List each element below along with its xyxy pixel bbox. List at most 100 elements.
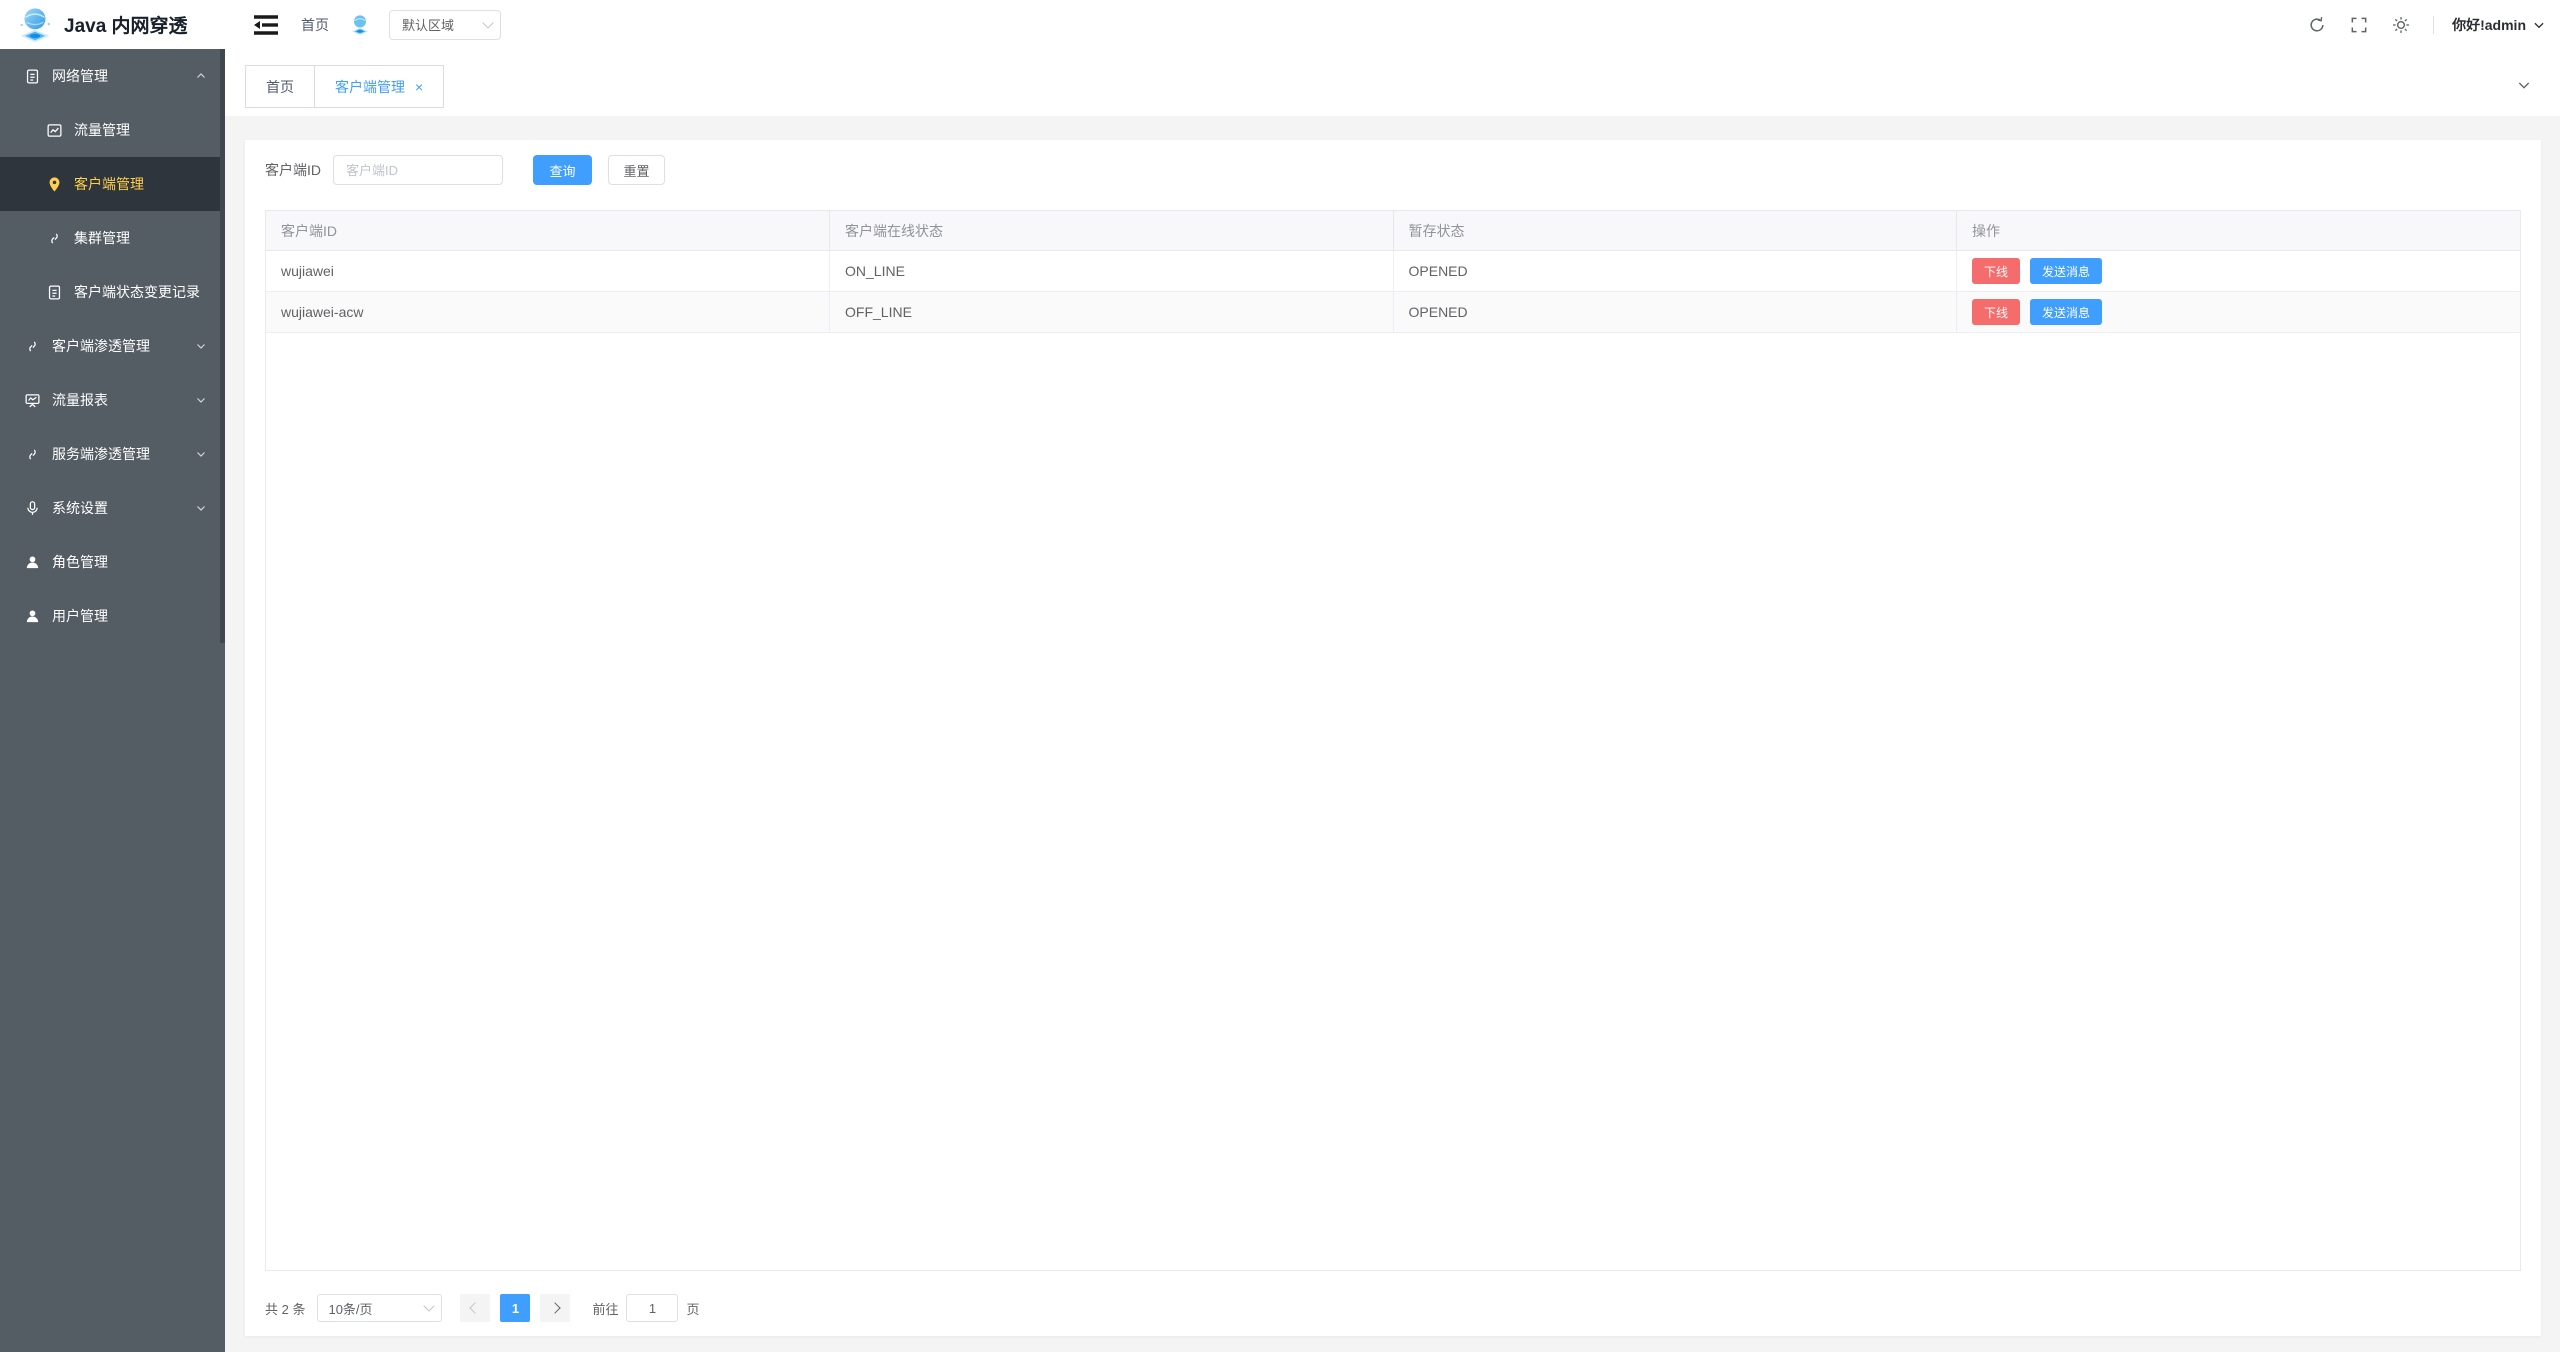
table-header-row: 客户端ID客户端在线状态暂存状态操作 [266, 211, 2520, 251]
column-header: 暂存状态 [1393, 211, 1957, 251]
link-icon [46, 230, 63, 247]
next-page-button[interactable] [540, 1294, 570, 1322]
app-title: Java 内网穿透 [64, 11, 188, 38]
chevron-down-icon [424, 1300, 435, 1311]
sidebar-item-label: 用户管理 [52, 606, 108, 626]
sidebar-item[interactable]: 用户管理 [0, 589, 225, 643]
tab[interactable]: 首页 [245, 65, 315, 108]
sidebar-item[interactable]: 流量报表 [0, 373, 225, 427]
sidebar-item[interactable]: 客户端管理 [0, 157, 225, 211]
document-icon [24, 68, 41, 85]
pin-icon [46, 176, 63, 193]
document-icon [46, 284, 63, 301]
chevron-down-icon [195, 502, 207, 514]
query-button[interactable]: 查询 [533, 155, 592, 185]
reset-button[interactable]: 重置 [608, 155, 665, 185]
divider [2433, 16, 2434, 34]
refresh-icon[interactable] [2307, 15, 2327, 35]
sidebar-item[interactable]: 网络管理 [0, 49, 225, 103]
chevron-right-icon [550, 1302, 561, 1313]
page-size-value: 10条/页 [328, 1299, 425, 1318]
table-row: wujiaweiON_LINEOPENED下线发送消息 [266, 251, 2520, 292]
clients-table: 客户端ID客户端在线状态暂存状态操作 wujiaweiON_LINEOPENED… [265, 210, 2521, 1271]
sidebar-item[interactable]: 客户端状态变更记录 [0, 265, 225, 319]
prev-page-button[interactable] [460, 1294, 490, 1322]
breadcrumb[interactable]: 首页 [301, 15, 329, 35]
table-cell-actions: 下线发送消息 [1957, 251, 2521, 292]
offline-button[interactable]: 下线 [1972, 258, 2020, 284]
region-select-value: 默认区域 [402, 15, 484, 34]
table-cell-actions: 下线发送消息 [1957, 292, 2521, 333]
page-size-select[interactable]: 10条/页 [317, 1294, 442, 1322]
sidebar-scrollbar[interactable] [220, 49, 225, 643]
send-message-button[interactable]: 发送消息 [2030, 258, 2102, 284]
close-icon[interactable]: × [415, 79, 423, 95]
sidebar-item-label: 流量管理 [74, 120, 130, 140]
sidebar-item-label: 客户端管理 [74, 174, 144, 194]
top-bar: Java 内网穿透 首页 默认区域 [0, 0, 2560, 49]
content-card: 客户端ID 查询 重置 客户端ID客户端在线状态暂存状态操作 wujiaweiO… [245, 140, 2541, 1336]
board-icon [24, 392, 41, 409]
tab-label: 客户端管理 [335, 77, 405, 97]
link-icon [24, 338, 41, 355]
goto-page-input[interactable] [626, 1294, 678, 1322]
sidebar-item[interactable]: 服务端渗透管理 [0, 427, 225, 481]
search-label: 客户端ID [265, 160, 321, 180]
menu-fold-icon[interactable] [251, 10, 281, 40]
chevron-down-icon [482, 17, 493, 28]
pagination-total: 共 2 条 [265, 1299, 305, 1318]
theme-gear-icon[interactable] [2391, 15, 2411, 35]
chevron-down-icon [195, 394, 207, 406]
app-logo-area: Java 内网穿透 [0, 0, 225, 49]
table-cell-client-id: wujiawei [266, 251, 830, 292]
ufo-logo-icon [349, 14, 371, 36]
sidebar-item[interactable]: 集群管理 [0, 211, 225, 265]
user-menu[interactable]: 你好!admin [2452, 15, 2546, 35]
column-header: 操作 [1957, 211, 2521, 251]
table-row: wujiawei-acwOFF_LINEOPENED下线发送消息 [266, 292, 2520, 333]
tab[interactable]: 客户端管理 × [314, 65, 444, 108]
sidebar-item-label: 集群管理 [74, 228, 130, 248]
column-header: 客户端在线状态 [830, 211, 1394, 251]
chevron-left-icon [470, 1302, 481, 1313]
sidebar-item-label: 服务端渗透管理 [52, 444, 150, 464]
sidebar: 网络管理流量管理客户端管理集群管理客户端状态变更记录客户端渗透管理流量报表服务端… [0, 49, 225, 1352]
table-cell-store-status: OPENED [1393, 292, 1957, 333]
table-cell-online-status: ON_LINE [830, 251, 1394, 292]
chevron-down-icon [2516, 77, 2532, 93]
offline-button[interactable]: 下线 [1972, 299, 2020, 325]
ufo-logo-icon [16, 6, 54, 44]
chevron-down-icon [195, 448, 207, 460]
mic-icon [24, 500, 41, 517]
send-message-button[interactable]: 发送消息 [2030, 299, 2102, 325]
sidebar-item[interactable]: 流量管理 [0, 103, 225, 157]
user-icon [24, 554, 41, 571]
sidebar-item-label: 客户端渗透管理 [52, 336, 150, 356]
page-number-button[interactable]: 1 [500, 1294, 530, 1322]
fullscreen-icon[interactable] [2349, 15, 2369, 35]
chevron-down-icon [2532, 18, 2546, 32]
sidebar-item-label: 客户端状态变更记录 [74, 282, 200, 302]
page-unit-label: 页 [686, 1299, 699, 1318]
chevron-down-icon [195, 340, 207, 352]
sidebar-item-label: 网络管理 [52, 66, 108, 86]
tab-label: 首页 [266, 77, 294, 97]
client-id-input[interactable] [333, 155, 503, 185]
table-cell-online-status: OFF_LINE [830, 292, 1394, 333]
region-select[interactable]: 默认区域 [389, 10, 501, 40]
table-cell-client-id: wujiawei-acw [266, 292, 830, 333]
column-header: 客户端ID [266, 211, 830, 251]
tab-actions-button[interactable] [2516, 77, 2532, 93]
sidebar-item[interactable]: 客户端渗透管理 [0, 319, 225, 373]
sidebar-item[interactable]: 系统设置 [0, 481, 225, 535]
link-icon [24, 446, 41, 463]
tab-bar: 首页 客户端管理 × [225, 49, 2560, 116]
sidebar-item[interactable]: 角色管理 [0, 535, 225, 589]
sidebar-item-label: 流量报表 [52, 390, 108, 410]
chart-icon [46, 122, 63, 139]
search-form: 客户端ID 查询 重置 [265, 155, 2521, 185]
sidebar-item-label: 系统设置 [52, 498, 108, 518]
user-greeting: 你好!admin [2452, 15, 2526, 35]
goto-label: 前往 [592, 1299, 618, 1318]
user-icon [24, 608, 41, 625]
